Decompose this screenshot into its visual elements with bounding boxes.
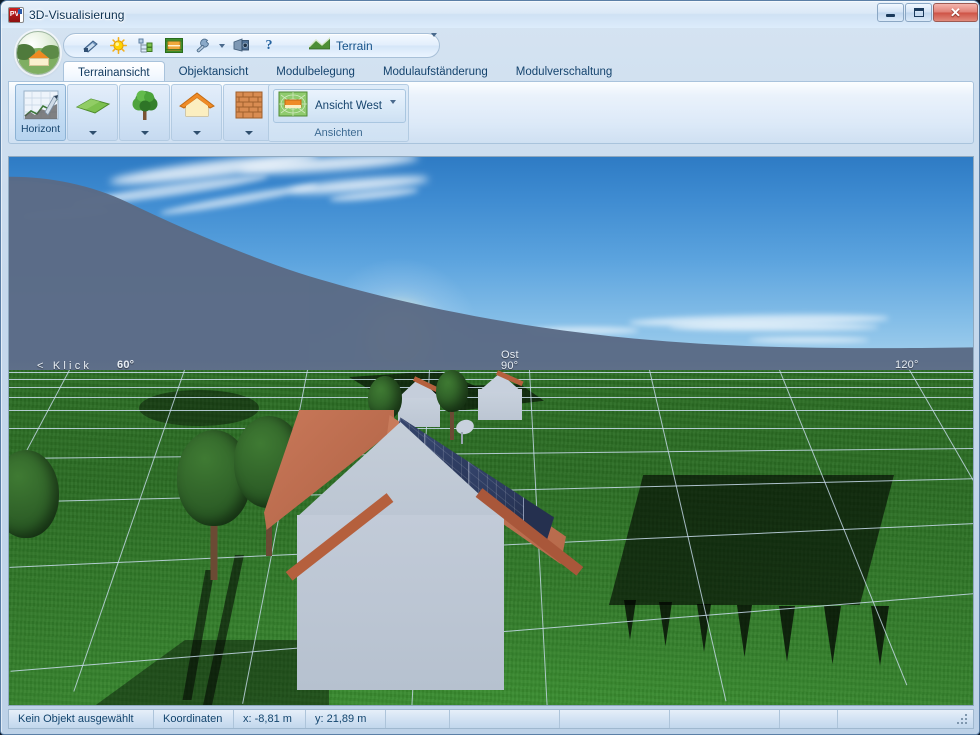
pv-app-icon: PV xyxy=(8,7,24,23)
tab-label: Terrainansicht xyxy=(78,67,150,79)
application-menu-button[interactable] xyxy=(16,31,60,75)
gelaende-button[interactable] xyxy=(67,84,118,141)
maximize-button[interactable] xyxy=(905,3,932,22)
tab-label: Objektansicht xyxy=(179,66,249,78)
tree-structure-icon[interactable] xyxy=(132,34,160,57)
terrain-icon xyxy=(309,36,330,55)
wrench-dropdown-icon[interactable] xyxy=(216,34,227,57)
terrain-plane-icon xyxy=(73,88,113,122)
window-title: 3D-Visualisierung xyxy=(29,8,125,22)
baum-dropdown-icon[interactable] xyxy=(141,131,149,135)
ribbon-tab-strip: Terrainansicht Objektansicht Modulbelegu… xyxy=(63,59,974,82)
status-cell-empty xyxy=(670,710,780,728)
tab-label: Modulbelegung xyxy=(276,66,355,78)
sun-icon[interactable] xyxy=(104,34,132,57)
help-icon[interactable]: ? xyxy=(255,34,283,57)
tree xyxy=(8,450,61,580)
solar-panel-highlight xyxy=(458,418,496,457)
tree-icon xyxy=(125,88,165,122)
status-x-coordinate: x: -8,81 m xyxy=(234,710,306,728)
status-coordinates-label: Koordinaten xyxy=(154,710,234,728)
horizon-chart-icon xyxy=(21,88,61,122)
save-icon[interactable] xyxy=(76,34,104,57)
terrain-dropdown-button[interactable]: Terrain xyxy=(309,36,437,55)
application-window: PV 3D-Visualisierung ✕ xyxy=(0,0,980,735)
building-shadow-large xyxy=(609,475,894,605)
brick-wall-icon xyxy=(229,88,269,122)
wand-dropdown-icon[interactable] xyxy=(245,131,253,135)
terrain-label: Terrain xyxy=(336,39,373,53)
title-bar: PV 3D-Visualisierung ✕ xyxy=(1,1,980,28)
quick-access-toolbar: ? Terrain xyxy=(63,33,440,58)
help-label: ? xyxy=(266,38,273,54)
status-cell-empty xyxy=(560,710,670,728)
horizont-button[interactable]: Horizont xyxy=(15,84,66,141)
module-grid-icon[interactable] xyxy=(160,34,188,57)
terrain-chevron-down-icon[interactable] xyxy=(431,37,437,55)
window-controls: ✕ xyxy=(877,3,978,22)
tab-modulbelegung[interactable]: Modulbelegung xyxy=(262,61,369,83)
tree-crown xyxy=(8,450,59,538)
tab-label: Modulverschaltung xyxy=(516,66,613,78)
status-cell-empty xyxy=(838,710,973,728)
baum-button[interactable] xyxy=(119,84,170,141)
3d-viewport[interactable]: < Klick 60° Ost 90° 120° xyxy=(8,156,974,706)
mountain-silhouette xyxy=(8,156,974,370)
tab-label: Modulaufständerung xyxy=(383,66,488,78)
status-cell-empty xyxy=(450,710,560,728)
ground-plane xyxy=(9,370,973,706)
ansicht-dropdown-button[interactable]: Ansicht West xyxy=(273,89,406,123)
wand-button[interactable] xyxy=(223,84,274,141)
camera-icon[interactable] xyxy=(227,34,255,57)
ribbon-panel: Horizont xyxy=(8,81,974,144)
close-button[interactable]: ✕ xyxy=(933,3,978,22)
status-cell-empty xyxy=(780,710,838,728)
ribbon-group-ansichten: Ansicht West Ansichten xyxy=(268,84,409,142)
house-icon xyxy=(177,88,217,122)
ribbon: ? Terrain Terrainansicht Objektansicht xyxy=(8,29,974,151)
ansicht-chevron-down-icon[interactable] xyxy=(390,104,396,122)
minimize-button[interactable] xyxy=(877,3,904,22)
tree-crown xyxy=(436,370,468,412)
status-selection: Kein Objekt ausgewählt xyxy=(9,710,154,728)
gelaende-dropdown-icon[interactable] xyxy=(89,131,97,135)
ansicht-label: Ansicht West xyxy=(315,100,382,112)
status-bar: Kein Objekt ausgewählt Koordinaten x: -8… xyxy=(8,709,974,729)
status-cell-empty xyxy=(386,710,450,728)
tab-modulaufstaenderung[interactable]: Modulaufständerung xyxy=(369,61,502,83)
haus-dropdown-icon[interactable] xyxy=(193,131,201,135)
tab-modulverschaltung[interactable]: Modulverschaltung xyxy=(502,61,627,83)
tab-terrainansicht[interactable]: Terrainansicht xyxy=(63,61,165,83)
status-y-coordinate: y: 21,89 m xyxy=(306,710,386,728)
main-house-with-solar-panels xyxy=(264,410,574,685)
wrench-icon[interactable] xyxy=(188,34,216,57)
ansichten-group-label: Ansichten xyxy=(269,127,408,139)
resize-grip[interactable] xyxy=(956,714,970,726)
haus-button[interactable] xyxy=(171,84,222,141)
ribbon-group-objects: Horizont xyxy=(15,84,275,142)
tab-objektansicht[interactable]: Objektansicht xyxy=(165,61,263,83)
view-grid-icon xyxy=(278,91,308,122)
horizont-label: Horizont xyxy=(21,123,60,135)
